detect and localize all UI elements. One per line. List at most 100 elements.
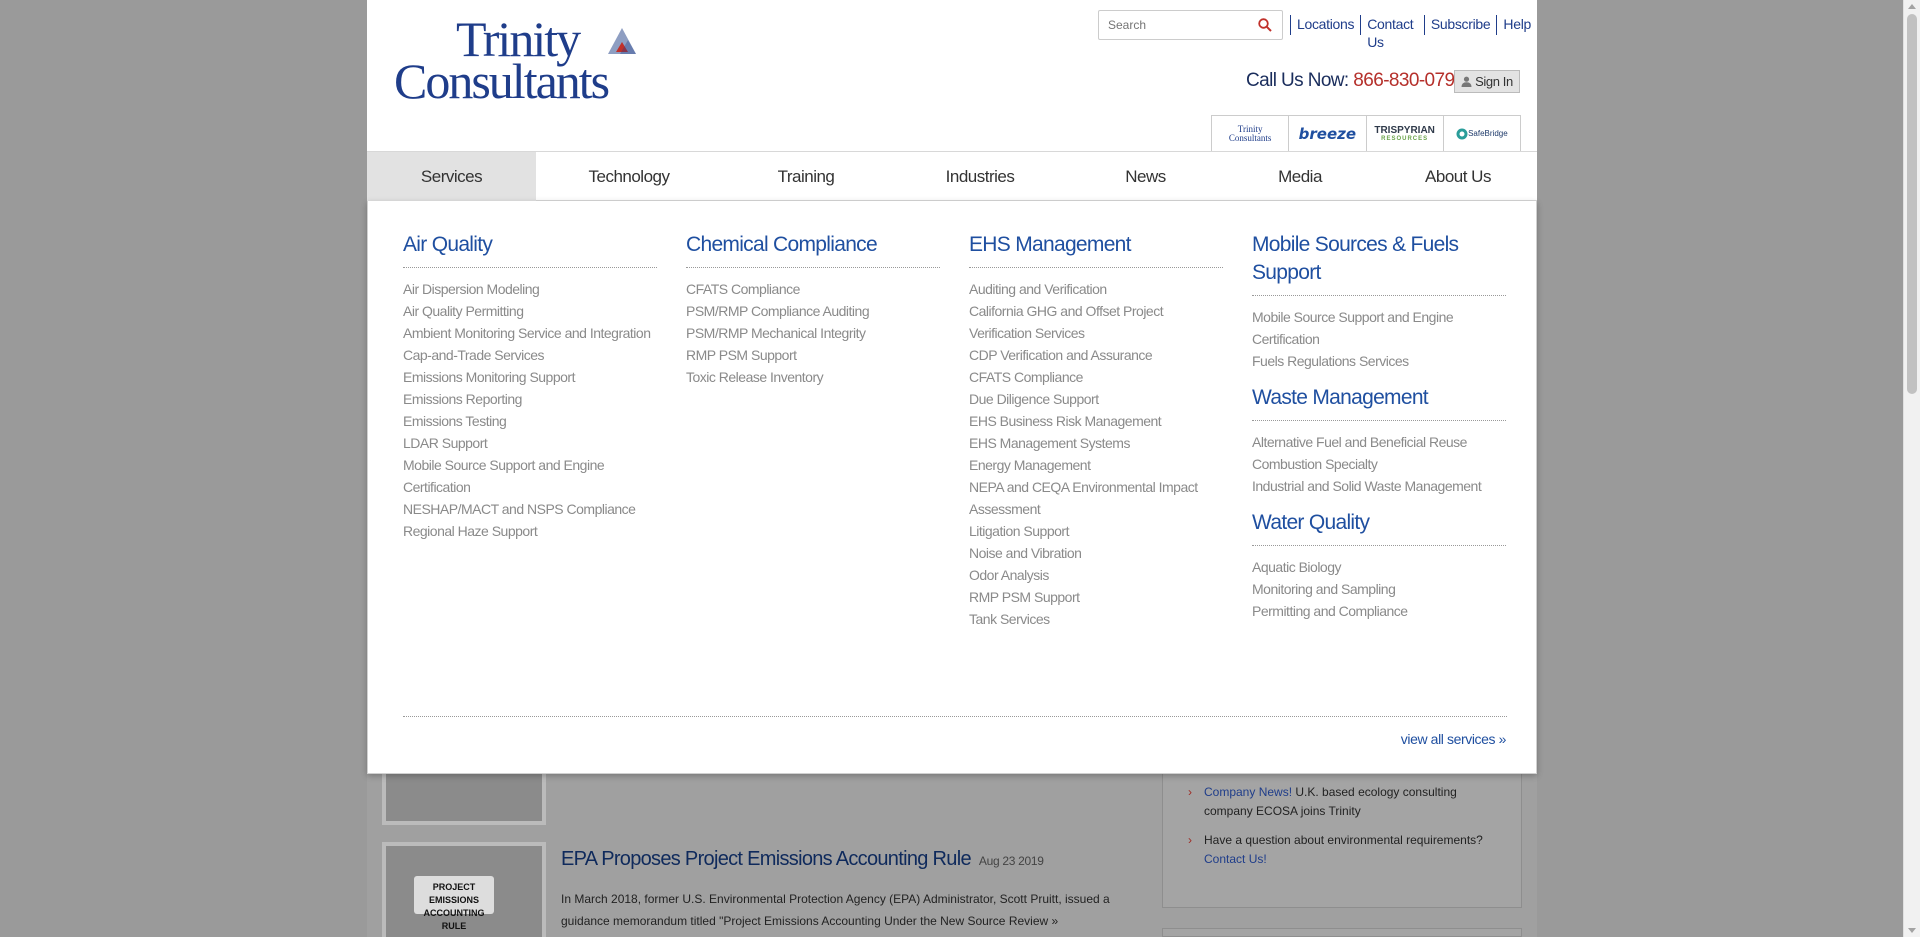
contact-us-link[interactable]: Contact Us <box>1360 15 1424 50</box>
menu-link[interactable]: RMP PSM Support <box>969 586 1223 608</box>
menu-link[interactable]: Air Quality Permitting <box>403 300 657 322</box>
menu-link[interactable]: CFATS Compliance <box>686 278 940 300</box>
menu-link[interactable]: Toxic Release Inventory <box>686 366 940 388</box>
menu-link[interactable]: Due Diligence Support <box>969 388 1223 410</box>
nav-industries[interactable]: Industries <box>890 152 1070 201</box>
sign-in-label: Sign In <box>1475 74 1513 89</box>
news-sidebar-box: › Company News! U.K. based ecology consu… <box>1162 752 1522 908</box>
menu-link[interactable]: Noise and Vibration <box>969 542 1223 564</box>
sidebar-box-secondary <box>1162 928 1522 937</box>
menu-link[interactable]: Auditing and Verification <box>969 278 1223 300</box>
nav-training[interactable]: Training <box>722 152 890 201</box>
nav-services[interactable]: Services <box>367 152 536 201</box>
menu-heading[interactable]: Mobile Sources & Fuels Support <box>1252 231 1506 296</box>
menu-link[interactable]: Litigation Support <box>969 520 1223 542</box>
menu-link[interactable]: California GHG and Offset Project Verifi… <box>969 300 1223 344</box>
menu-column-ehs-management: EHS Management Auditing and Verification C… <box>969 231 1223 630</box>
page-container: PROJECT EMISSIONS ACCOUNTING RULE EPA Pr… <box>367 0 1537 937</box>
menu-link[interactable]: EHS Business Risk Management <box>969 410 1223 432</box>
subscribe-link[interactable]: Subscribe <box>1423 15 1497 35</box>
menu-heading[interactable]: Water Quality <box>1252 509 1506 546</box>
sidebar-contact-link[interactable]: Contact Us! <box>1204 852 1267 866</box>
menu-heading[interactable]: EHS Management <box>969 231 1223 268</box>
article-date: Aug 23 2019 <box>978 854 1044 868</box>
search-input[interactable] <box>1099 11 1249 39</box>
menu-link[interactable]: NESHAP/MACT and NSPS Compliance <box>403 498 657 520</box>
brand-tab-trinity[interactable]: Trinity Consultants <box>1212 116 1290 151</box>
menu-heading[interactable]: Air Quality <box>403 231 657 268</box>
menu-link[interactable]: Odor Analysis <box>969 564 1223 586</box>
brand-trispyrian-sub: RESOURCES <box>1381 136 1429 142</box>
brand-safebridge-label: SafeBridge <box>1468 129 1508 138</box>
scrollbar-thumb[interactable] <box>1907 14 1917 394</box>
menu-link[interactable]: Cap-and-Trade Services <box>403 344 657 366</box>
logo-text-bottom: Consultants <box>394 53 609 102</box>
main-nav: Services Technology Training Industries … <box>367 151 1537 201</box>
menu-link[interactable]: LDAR Support <box>403 432 657 454</box>
scroll-up-icon[interactable] <box>1908 4 1916 9</box>
trinity-logo-icon: Trinity Consultants <box>394 11 636 109</box>
search-icon[interactable] <box>1258 18 1272 32</box>
brand-tab-trispyrian[interactable]: TRISPYRIAN RESOURCES <box>1366 116 1444 151</box>
brand-tabs: Trinity Consultants breeze TRISPYRIAN RE… <box>1211 115 1521 151</box>
help-link[interactable]: Help <box>1496 15 1537 35</box>
menu-divider <box>403 716 1507 717</box>
sidebar-news-item[interactable]: › Have a question about environmental re… <box>1188 831 1508 869</box>
menu-link[interactable]: Energy Management <box>969 454 1223 476</box>
menu-link[interactable]: Regional Haze Support <box>403 520 657 542</box>
menu-link[interactable]: Mobile Source Support and Engine Certifi… <box>403 454 657 498</box>
sidebar-news-highlight[interactable]: Company News! <box>1204 785 1292 799</box>
menu-heading[interactable]: Chemical Compliance <box>686 231 940 268</box>
article-title[interactable]: EPA Proposes Project Emissions Accountin… <box>561 848 1044 871</box>
brand-tab-breeze[interactable]: breeze <box>1289 116 1367 151</box>
locations-link[interactable]: Locations <box>1290 15 1360 35</box>
scroll-down-icon[interactable] <box>1908 928 1916 933</box>
nav-about-us[interactable]: About Us <box>1379 152 1537 201</box>
sign-in-button[interactable]: Sign In <box>1454 70 1520 93</box>
phone-number[interactable]: 866-830-0796 <box>1353 70 1465 91</box>
brand-breeze-label: breeze <box>1298 124 1357 143</box>
menu-link[interactable]: Emissions Monitoring Support <box>403 366 657 388</box>
menu-heading[interactable]: Waste Management <box>1252 384 1506 421</box>
menu-column-chemical-compliance: Chemical Compliance CFATS Compliance PSM/R… <box>686 231 940 388</box>
safebridge-logo-icon <box>1456 128 1468 139</box>
menu-link[interactable]: Alternative Fuel and Beneficial Reuse <box>1252 431 1506 453</box>
nav-media[interactable]: Media <box>1221 152 1379 201</box>
page-scrollbar[interactable] <box>1903 0 1920 937</box>
nav-news[interactable]: News <box>1070 152 1221 201</box>
search-box[interactable] <box>1098 10 1283 40</box>
menu-link[interactable]: PSM/RMP Compliance Auditing <box>686 300 940 322</box>
nav-technology[interactable]: Technology <box>536 152 722 201</box>
brand-trispyrian-label: TRISPYRIAN <box>1374 125 1435 136</box>
menu-link[interactable]: Fuels Regulations Services <box>1252 350 1506 372</box>
menu-link[interactable]: Emissions Reporting <box>403 388 657 410</box>
article-excerpt: In March 2018, former U.S. Environmental… <box>561 892 1110 928</box>
menu-link[interactable]: Monitoring and Sampling <box>1252 578 1506 600</box>
menu-link[interactable]: CFATS Compliance <box>969 366 1223 388</box>
menu-link[interactable]: Ambient Monitoring Service and Integrati… <box>403 322 657 344</box>
menu-link[interactable]: PSM/RMP Mechanical Integrity <box>686 322 940 344</box>
menu-link[interactable]: NEPA and CEQA Environmental Impact Asses… <box>969 476 1223 520</box>
menu-link[interactable]: EHS Management Systems <box>969 432 1223 454</box>
menu-link[interactable]: RMP PSM Support <box>686 344 940 366</box>
sidebar-news-item[interactable]: › Company News! U.K. based ecology consu… <box>1188 783 1508 821</box>
menu-link[interactable]: Mobile Source Support and Engine Certifi… <box>1252 306 1506 350</box>
call-label: Call Us Now: <box>1246 70 1349 91</box>
view-all-services-link[interactable]: view all services » <box>1401 731 1507 747</box>
menu-link[interactable]: Tank Services <box>969 608 1223 630</box>
menu-link[interactable]: Industrial and Solid Waste Management <box>1252 475 1506 497</box>
call-now: Call Us Now: 866-830-0796 <box>1246 70 1465 92</box>
article-title-text[interactable]: EPA Proposes Project Emissions Accountin… <box>561 848 972 870</box>
menu-link[interactable]: Permitting and Compliance <box>1252 600 1506 622</box>
chevron-right-icon: › <box>1188 785 1192 799</box>
brand-tab-safebridge[interactable]: SafeBridge <box>1443 116 1520 151</box>
article-thumbnail[interactable]: PROJECT EMISSIONS ACCOUNTING RULE <box>382 842 546 937</box>
menu-link[interactable]: Combustion Specialty <box>1252 453 1506 475</box>
menu-column-mobile-sources: Mobile Sources & Fuels Support Mobile Sou… <box>1252 231 1506 622</box>
menu-link[interactable]: Air Dispersion Modeling <box>403 278 657 300</box>
menu-link[interactable]: Emissions Testing <box>403 410 657 432</box>
menu-link[interactable]: Aquatic Biology <box>1252 556 1506 578</box>
menu-link[interactable]: CDP Verification and Assurance <box>969 344 1223 366</box>
trinity-logo[interactable]: Trinity Consultants <box>394 11 664 109</box>
services-mega-menu: Air Quality Air Dispersion Modeling Air Qu… <box>367 201 1537 774</box>
